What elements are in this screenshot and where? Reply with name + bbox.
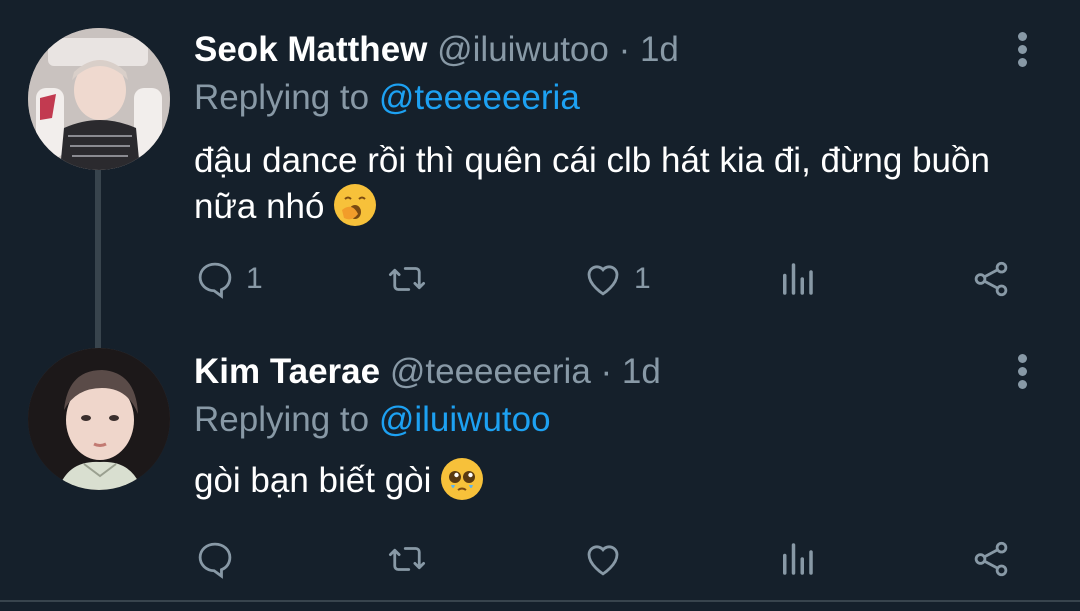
like-icon bbox=[587, 545, 619, 576]
tweet-actions bbox=[0, 534, 1080, 584]
like-icon bbox=[587, 265, 619, 296]
avatar-image bbox=[28, 28, 170, 170]
reply-button[interactable] bbox=[194, 534, 246, 584]
share-icon bbox=[974, 261, 1008, 297]
tweet-actions: 1 1 bbox=[0, 254, 1080, 304]
like-count: 1 bbox=[634, 262, 651, 295]
analytics-icon bbox=[783, 263, 813, 295]
pleading-face-emoji bbox=[441, 458, 484, 500]
share-button[interactable] bbox=[970, 534, 1012, 584]
share-icon bbox=[974, 541, 1008, 577]
mention-link[interactable]: @teeeeeeria bbox=[379, 78, 580, 117]
username[interactable]: @iluiwutoo bbox=[437, 30, 609, 69]
replying-to: Replying to @teeeeeeria bbox=[194, 78, 580, 118]
avatar[interactable] bbox=[28, 28, 170, 170]
replying-to: Replying to @iluiwutoo bbox=[194, 400, 551, 440]
retweet-button[interactable] bbox=[386, 254, 438, 304]
display-name[interactable]: Seok Matthew bbox=[194, 30, 427, 69]
tweet-text: đậu dance rồi thì quên cái clb hát kia đ… bbox=[194, 138, 1014, 230]
mention-link[interactable]: @iluiwutoo bbox=[379, 400, 551, 439]
tweet-header: Kim Taerae @teeeeeeria · 1d bbox=[194, 352, 661, 392]
like-button[interactable] bbox=[582, 534, 634, 584]
yawning-face-emoji bbox=[334, 184, 377, 226]
reply-icon bbox=[198, 542, 232, 579]
timestamp[interactable]: 1d bbox=[640, 30, 679, 69]
analytics-button[interactable] bbox=[776, 534, 818, 584]
share-button[interactable] bbox=[970, 254, 1012, 304]
tweet-text-content: đậu dance rồi thì quên cái clb hát kia đ… bbox=[194, 141, 990, 226]
avatar[interactable] bbox=[28, 348, 170, 490]
tweet[interactable]: Seok Matthew @iluiwutoo · 1d Replying to… bbox=[0, 0, 1080, 348]
more-icon[interactable] bbox=[1010, 32, 1034, 72]
display-name[interactable]: Kim Taerae bbox=[194, 352, 380, 391]
analytics-button[interactable] bbox=[776, 254, 818, 304]
retweet-button[interactable] bbox=[386, 534, 438, 584]
tweet-text-content: gòi bạn biết gòi bbox=[194, 461, 432, 500]
username[interactable]: @teeeeeeria bbox=[390, 352, 591, 391]
separator: · bbox=[618, 30, 631, 69]
reply-icon bbox=[198, 262, 232, 299]
replying-to-label: Replying to bbox=[194, 400, 370, 439]
reply-count: 1 bbox=[246, 262, 263, 295]
more-icon[interactable] bbox=[1010, 354, 1034, 394]
retweet-icon bbox=[388, 267, 426, 291]
tweet-text: gòi bạn biết gòi bbox=[194, 458, 1014, 504]
like-button[interactable]: 1 bbox=[582, 254, 651, 304]
timestamp[interactable]: 1d bbox=[622, 352, 661, 391]
avatar-image bbox=[28, 348, 170, 490]
tweet-header: Seok Matthew @iluiwutoo · 1d bbox=[194, 30, 679, 70]
retweet-icon bbox=[388, 547, 426, 571]
separator: · bbox=[600, 352, 613, 391]
divider bbox=[0, 600, 1080, 602]
reply-button[interactable]: 1 bbox=[194, 254, 263, 304]
analytics-icon bbox=[783, 543, 813, 575]
tweet[interactable]: Kim Taerae @teeeeeeria · 1d Replying to … bbox=[0, 330, 1080, 600]
replying-to-label: Replying to bbox=[194, 78, 370, 117]
